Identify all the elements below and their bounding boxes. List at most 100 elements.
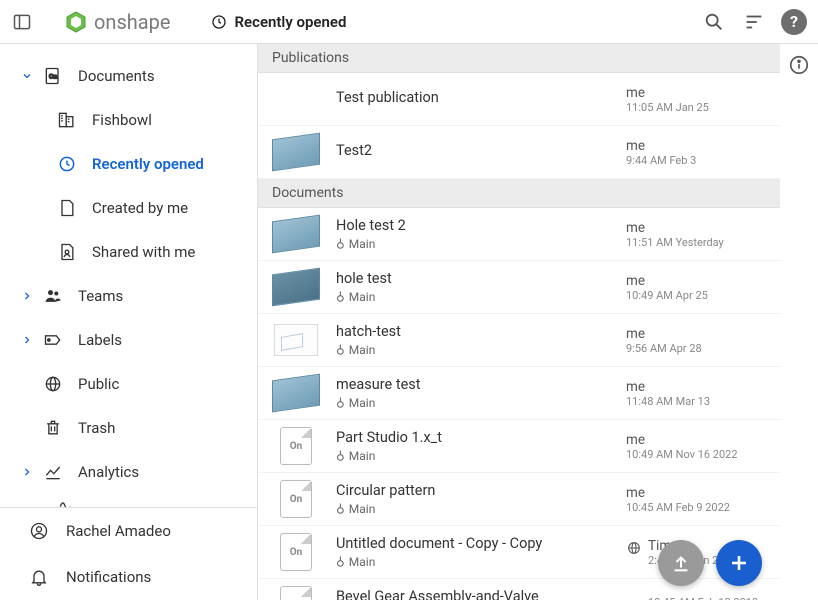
item-branch: Main bbox=[336, 290, 626, 304]
clock-icon bbox=[211, 14, 227, 30]
sidebar-label: Created by me bbox=[92, 199, 188, 217]
sidebar-item-shared-with-me[interactable]: Shared with me bbox=[0, 230, 257, 274]
upload-icon bbox=[670, 552, 692, 574]
sidebar-item-created-by-me[interactable]: Created by me bbox=[0, 186, 257, 230]
page-title-text: Recently opened bbox=[235, 13, 347, 31]
chevron-right-icon bbox=[18, 290, 36, 302]
sidebar-item-analytics[interactable]: Analytics bbox=[0, 450, 257, 494]
item-title: Test2 bbox=[336, 142, 626, 159]
building-icon bbox=[56, 109, 78, 131]
info-button[interactable] bbox=[788, 54, 810, 600]
sidebar: On Documents Fishbowl Recently opened bbox=[0, 44, 258, 600]
brand-text: onshape bbox=[94, 10, 171, 34]
thumbnail-3d bbox=[272, 133, 320, 172]
sidebar-item-teams[interactable]: Teams bbox=[0, 274, 257, 318]
pin-icon bbox=[336, 396, 345, 410]
item-owner: me bbox=[626, 326, 702, 342]
document-row[interactable]: hatch-test Mainme9:56 AM Apr 28 bbox=[258, 314, 780, 367]
bell-icon bbox=[28, 566, 50, 588]
sidebar-label: Fishbowl bbox=[92, 111, 152, 129]
thumbnail bbox=[268, 214, 324, 254]
file-icon bbox=[56, 197, 78, 219]
item-title: Hole test 2 bbox=[336, 217, 626, 234]
sort-icon bbox=[743, 11, 765, 33]
thumbnail: On bbox=[268, 479, 324, 519]
clock-icon bbox=[56, 153, 78, 175]
sidebar-item-labels[interactable]: Labels bbox=[0, 318, 257, 362]
thumbnail bbox=[268, 79, 324, 119]
plus-icon bbox=[727, 551, 751, 575]
publication-row[interactable]: Test2me9:44 AM Feb 3 bbox=[258, 126, 780, 179]
trash-icon bbox=[42, 417, 64, 439]
onshape-logo-icon bbox=[64, 10, 88, 34]
thumbnail bbox=[268, 132, 324, 172]
pin-icon bbox=[336, 449, 345, 463]
sidebar-item-documents[interactable]: On Documents bbox=[0, 54, 257, 98]
chevron-right-icon bbox=[18, 334, 36, 346]
item-title: Test publication bbox=[336, 89, 626, 106]
item-timestamp: 10:49 AM Apr 25 bbox=[626, 289, 708, 302]
main-content: Publications Test publicationme11:05 AM … bbox=[258, 44, 780, 600]
publication-row[interactable]: Test publicationme11:05 AM Jan 25 bbox=[258, 73, 780, 126]
help-icon: ? bbox=[781, 9, 807, 35]
search-button[interactable] bbox=[700, 8, 728, 36]
thumbnail-document: On bbox=[280, 533, 312, 571]
create-fab[interactable] bbox=[716, 540, 762, 586]
document-row[interactable]: measure test Mainme11:48 AM Mar 13 bbox=[258, 367, 780, 420]
thumbnail: On bbox=[268, 585, 324, 600]
thumbnail-document: On bbox=[280, 480, 312, 518]
sidebar-label: Documents bbox=[78, 67, 155, 85]
document-row[interactable]: OnCircular pattern Mainme10:45 AM Feb 9 … bbox=[258, 473, 780, 526]
publications-list: Test publicationme11:05 AM Jan 25Test2me… bbox=[258, 73, 780, 179]
item-branch: Main bbox=[336, 237, 626, 251]
document-row[interactable]: Hole test 2 Mainme11:51 AM Yesterday bbox=[258, 208, 780, 261]
sidebar-item-activity-cut[interactable] bbox=[0, 494, 257, 507]
thumbnail-3d bbox=[272, 374, 320, 413]
top-bar: onshape Recently opened ? bbox=[0, 0, 818, 44]
user-account-row[interactable]: Rachel Amadeo bbox=[0, 508, 257, 554]
item-owner: me bbox=[626, 85, 709, 101]
item-timestamp: 11:05 AM Jan 25 bbox=[626, 101, 709, 114]
thumbnail-document: On bbox=[280, 586, 312, 600]
item-title: Bevel Gear Assembly-and-Valve bbox=[336, 588, 626, 600]
pin-icon bbox=[336, 237, 345, 251]
notifications-row[interactable]: Notifications bbox=[0, 554, 257, 600]
notifications-label: Notifications bbox=[66, 568, 151, 586]
item-title: hatch-test bbox=[336, 323, 626, 340]
panel-toggle-button[interactable] bbox=[10, 10, 34, 34]
item-branch: Main bbox=[336, 396, 626, 410]
users-icon bbox=[42, 285, 64, 307]
sidebar-item-recently-opened[interactable]: Recently opened bbox=[0, 142, 257, 186]
activity-icon bbox=[56, 494, 78, 507]
thumbnail bbox=[268, 373, 324, 413]
item-owner: me bbox=[626, 273, 708, 289]
item-timestamp: 10:49 AM Nov 16 2022 bbox=[626, 448, 738, 461]
sidebar-item-public[interactable]: Public bbox=[0, 362, 257, 406]
pin-icon bbox=[336, 555, 345, 569]
item-owner: me bbox=[626, 485, 730, 501]
thumbnail bbox=[268, 267, 324, 307]
sidebar-item-trash[interactable]: Trash bbox=[0, 406, 257, 450]
document-row[interactable]: hole test Mainme10:49 AM Apr 25 bbox=[258, 261, 780, 314]
brand-logo[interactable]: onshape bbox=[64, 10, 171, 34]
sidebar-item-fishbowl[interactable]: Fishbowl bbox=[0, 98, 257, 142]
chevron-right-icon bbox=[18, 466, 36, 478]
item-branch: Main bbox=[336, 449, 626, 463]
info-rail bbox=[780, 44, 818, 600]
sidebar-label: Analytics bbox=[78, 463, 139, 481]
sort-button[interactable] bbox=[740, 8, 768, 36]
document-row[interactable]: OnPart Studio 1.x_t Mainme10:49 AM Nov 1… bbox=[258, 420, 780, 473]
pin-icon bbox=[336, 502, 345, 516]
thumbnail-document: On bbox=[280, 427, 312, 465]
help-button[interactable]: ? bbox=[780, 8, 808, 36]
item-owner: me bbox=[626, 379, 710, 395]
sidebar-label: Public bbox=[78, 375, 119, 393]
item-timestamp: 10:45 AM Feb 12 2018 bbox=[648, 596, 758, 600]
thumbnail bbox=[268, 320, 324, 360]
label-icon bbox=[42, 329, 64, 351]
item-owner: me bbox=[626, 432, 738, 448]
item-title: measure test bbox=[336, 376, 626, 393]
upload-fab[interactable] bbox=[658, 540, 704, 586]
item-timestamp: 11:48 AM Mar 13 bbox=[626, 395, 710, 408]
thumbnail-3d bbox=[272, 215, 320, 254]
